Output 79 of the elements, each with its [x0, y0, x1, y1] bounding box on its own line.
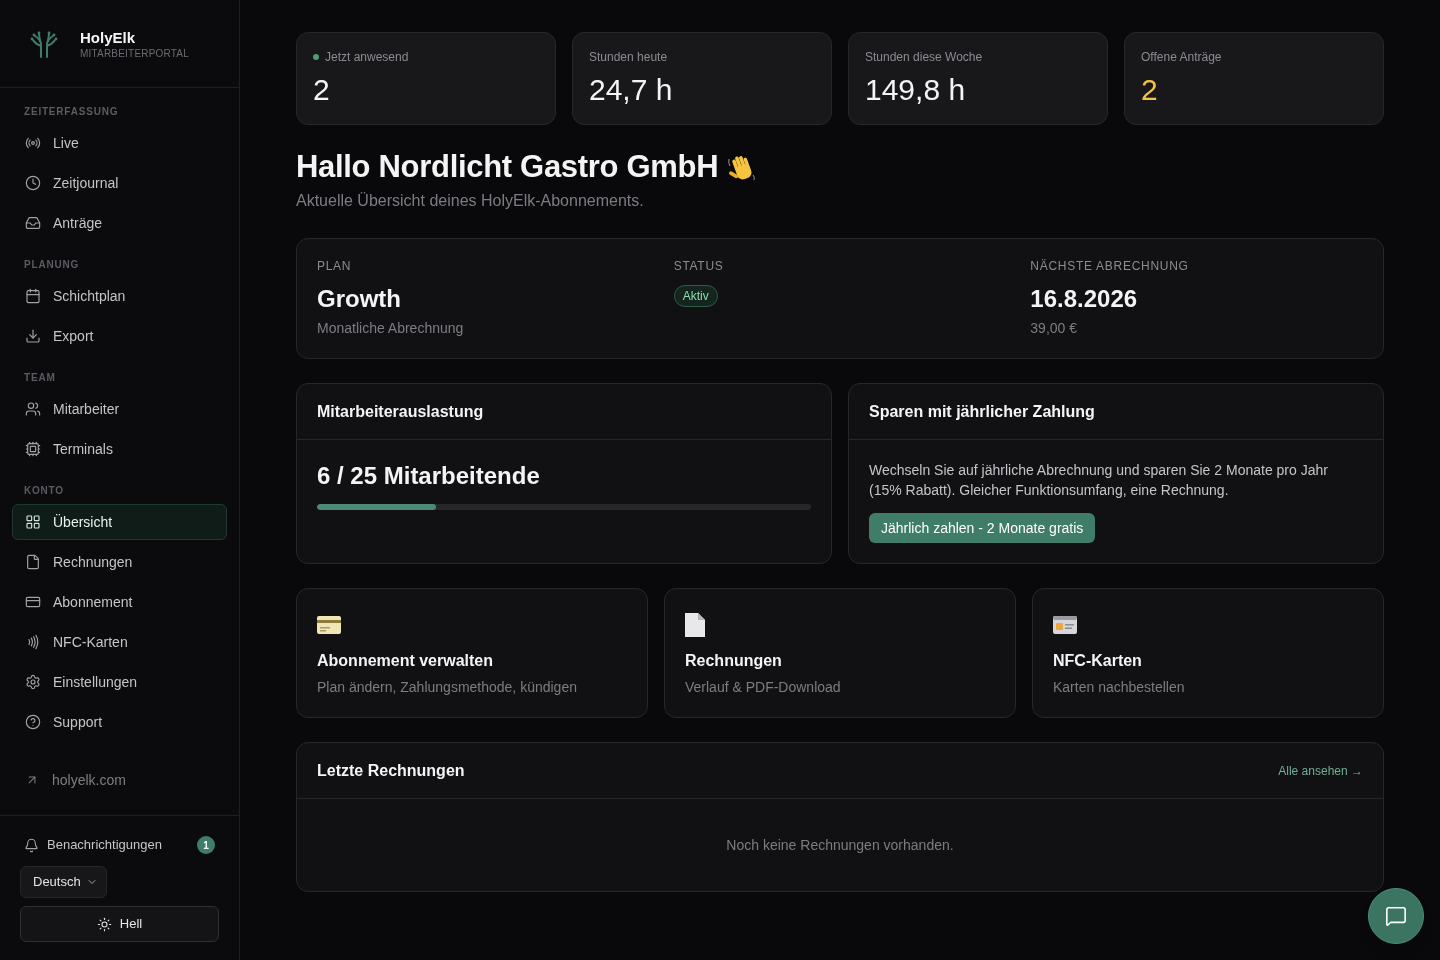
- users-icon: [25, 401, 41, 417]
- inbox-icon: [25, 215, 41, 231]
- nav-item[interactable]: Zeitjournal: [12, 165, 227, 201]
- quick-link-description: Plan ändern, Zahlungsmethode, kündigen: [317, 678, 577, 697]
- stat-label: Stunden heute: [589, 49, 668, 65]
- count-badge: 1: [197, 836, 215, 854]
- card-title: Mitarbeiterauslastung: [317, 401, 484, 422]
- settings-icon: [25, 674, 41, 690]
- billing-amount: 39,00 €: [1030, 319, 1078, 338]
- stat-value: 2: [1141, 72, 1158, 108]
- nav-item[interactable]: NFC-Karten: [12, 624, 227, 660]
- nav-section-label: KONTO: [23, 484, 65, 498]
- nav-item[interactable]: Übersicht: [12, 504, 227, 540]
- credit-card-icon: [25, 594, 41, 610]
- help-icon: [25, 714, 41, 730]
- quick-link-title: Abonnement verwalten: [317, 651, 494, 671]
- file-icon: [25, 554, 41, 570]
- quick-link-card[interactable]: Abonnement verwalten Plan ändern, Zahlungsmethode, kündigen: [296, 588, 648, 718]
- nav-item[interactable]: Mitarbeiter: [12, 391, 227, 427]
- stat-label: Jetzt anwesend: [325, 49, 409, 65]
- plan-name: Growth: [317, 284, 401, 314]
- status-label: STATUS: [673, 258, 724, 274]
- broadcast-icon: [25, 135, 41, 151]
- nfc-icon: [25, 634, 41, 650]
- nav-section-label: PLANUNG: [23, 258, 81, 272]
- nav-item[interactable]: Anträge: [12, 205, 227, 241]
- nav-item[interactable]: Einstellungen: [12, 664, 227, 700]
- grid-icon: [25, 514, 41, 530]
- nav-item[interactable]: Live: [12, 125, 227, 161]
- greeting-title: Hallo Nordlicht Gastro GmbH: [296, 149, 719, 185]
- usage-value: 6 / 25 Mitarbeitende: [317, 461, 540, 491]
- card-title: Letzte Rechnungen: [317, 760, 465, 781]
- nav-item[interactable]: Terminals: [12, 431, 227, 467]
- nav-item[interactable]: Rechnungen: [12, 544, 227, 580]
- nav-item[interactable]: Schichtplan: [12, 278, 227, 314]
- stat-value: 149,8 h: [865, 72, 966, 108]
- quick-link-description: Verlauf & PDF-Download: [685, 678, 841, 697]
- offer-text: Wechseln Sie auf jährliche Abrechnung und sparen Sie 2 Monate pro Jahr (15% Rabatt). Gleicher Funktionsumfang, eine Rechnung.: [869, 461, 1329, 500]
- quick-link-title: NFC-Karten: [1053, 651, 1142, 671]
- plan-label: PLAN: [317, 258, 352, 274]
- view-all-link[interactable]: Alle ansehen →: [1278, 762, 1363, 779]
- stat-value: 24,7 h: [589, 72, 673, 108]
- bell-icon: [24, 837, 39, 853]
- empty-state-text: Noch keine Rechnungen vorhanden.: [726, 836, 954, 855]
- chip-icon: [25, 441, 41, 457]
- nav-item[interactable]: Export: [12, 318, 227, 354]
- brand-name: HolyElk: [80, 27, 136, 48]
- download-icon: [25, 328, 41, 344]
- credit-card-icon: [317, 616, 341, 634]
- quick-link-card[interactable]: NFC-Karten Karten nachbestellen: [1032, 588, 1384, 718]
- theme-toggle-button[interactable]: Hell: [20, 906, 219, 942]
- quick-link-title: Rechnungen: [685, 651, 782, 671]
- sun-icon: [96, 916, 112, 932]
- annual-payment-button[interactable]: Jährlich zahlen - 2 Monate gratis: [869, 513, 1096, 543]
- stat-label: Stunden diese Woche: [865, 49, 983, 65]
- nav-item[interactable]: Abonnement: [12, 584, 227, 620]
- stat-value: 2: [313, 72, 330, 108]
- brand-tagline: MITARBEITERPORTAL: [80, 47, 189, 60]
- nav-item[interactable]: Support: [12, 704, 227, 740]
- chat-icon: [1385, 905, 1407, 927]
- greeting-subtitle: Aktuelle Übersicht deines HolyElk-Abonnements.: [296, 191, 644, 211]
- calendar-icon: [25, 288, 41, 304]
- quick-link-description: Karten nachbestellen: [1053, 678, 1185, 697]
- next-billing-label: NÄCHSTE ABRECHNUNG: [1030, 258, 1189, 274]
- card-title: Sparen mit jährlicher Zahlung: [869, 401, 1095, 422]
- nav-section-label: TEAM: [23, 371, 57, 385]
- quick-link-card[interactable]: Rechnungen Verlauf & PDF-Download: [664, 588, 1016, 718]
- notifications-button[interactable]: Benachrichtigungen 1: [20, 835, 219, 855]
- document-icon: [685, 613, 705, 637]
- id-card-icon: [1053, 616, 1077, 634]
- language-select[interactable]: Deutsch: [20, 866, 107, 898]
- status-badge: Aktiv: [673, 285, 718, 307]
- nav-section-label: ZEITERFASSUNG: [23, 105, 120, 119]
- clock-icon: [25, 175, 41, 191]
- billing-cycle: Monatliche Abrechnung: [317, 319, 464, 338]
- stat-label: Offene Anträge: [1141, 49, 1222, 65]
- antler-logo-icon: [28, 29, 60, 58]
- external-link[interactable]: holyelk.com: [12, 762, 227, 798]
- next-billing-date: 16.8.2026: [1030, 284, 1138, 314]
